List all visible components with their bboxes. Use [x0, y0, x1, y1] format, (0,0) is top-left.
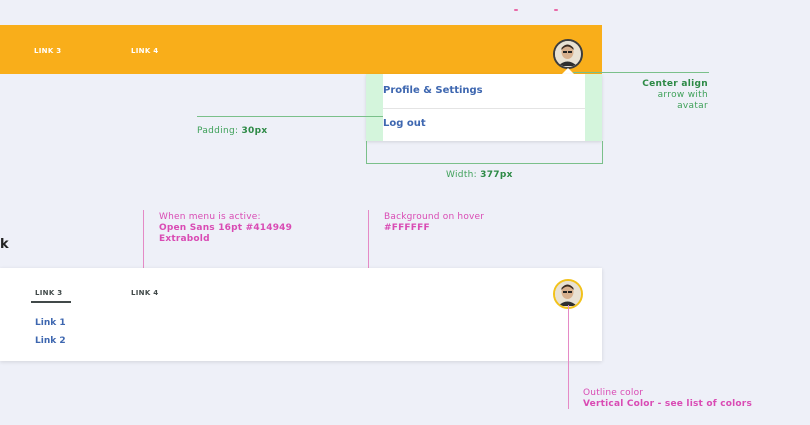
avatar-photo-icon: [555, 41, 580, 66]
padding-annotation: Padding: 30px: [197, 126, 268, 136]
menu-divider: [383, 108, 585, 109]
outline-pointer-line: [568, 305, 569, 409]
center-align-pointer-line: [573, 72, 709, 73]
sub-link-1[interactable]: Link 1: [35, 318, 66, 328]
width-bracket-left: [366, 141, 367, 163]
center-align-annotation: Center align arrow with avatar: [642, 79, 708, 111]
profile-dropdown: Profile & Settings Log out: [366, 74, 602, 141]
nav-link-3[interactable]: LINK 3: [34, 47, 61, 55]
section-heading-fragment: k: [0, 237, 9, 252]
menu-active-annotation: When menu is active: Open Sans 16pt #414…: [159, 212, 293, 244]
decor-dot: [514, 9, 518, 11]
nav-link-3-active[interactable]: LINK 3: [35, 289, 62, 297]
nav-link-4[interactable]: LINK 4: [131, 289, 158, 297]
top-navbar: LINK 3 LINK 4: [0, 25, 602, 74]
user-avatar[interactable]: [553, 39, 583, 69]
padding-highlight-right: [585, 74, 602, 141]
padding-pointer-line: [197, 116, 383, 117]
outline-annotation: Outline color Vertical Color - see list …: [583, 388, 752, 409]
sub-link-2[interactable]: Link 2: [35, 336, 66, 346]
width-bracket-right: [602, 141, 603, 163]
menu-item-profile-settings[interactable]: Profile & Settings: [383, 85, 483, 96]
padding-highlight-left: [366, 74, 383, 141]
active-underline: [31, 301, 71, 303]
decor-dot: [554, 9, 558, 11]
hover-annotation: Background on hover #FFFFFF: [384, 212, 485, 233]
menu-item-logout[interactable]: Log out: [383, 118, 426, 129]
width-bracket-bottom: [366, 163, 603, 164]
bottom-navbar-card: LINK 3 LINK 4 Link 1 Link 2: [0, 268, 602, 361]
avatar-photo-icon: [555, 281, 580, 306]
width-annotation: Width: 377px: [446, 170, 513, 180]
nav-link-4[interactable]: LINK 4: [131, 47, 158, 55]
